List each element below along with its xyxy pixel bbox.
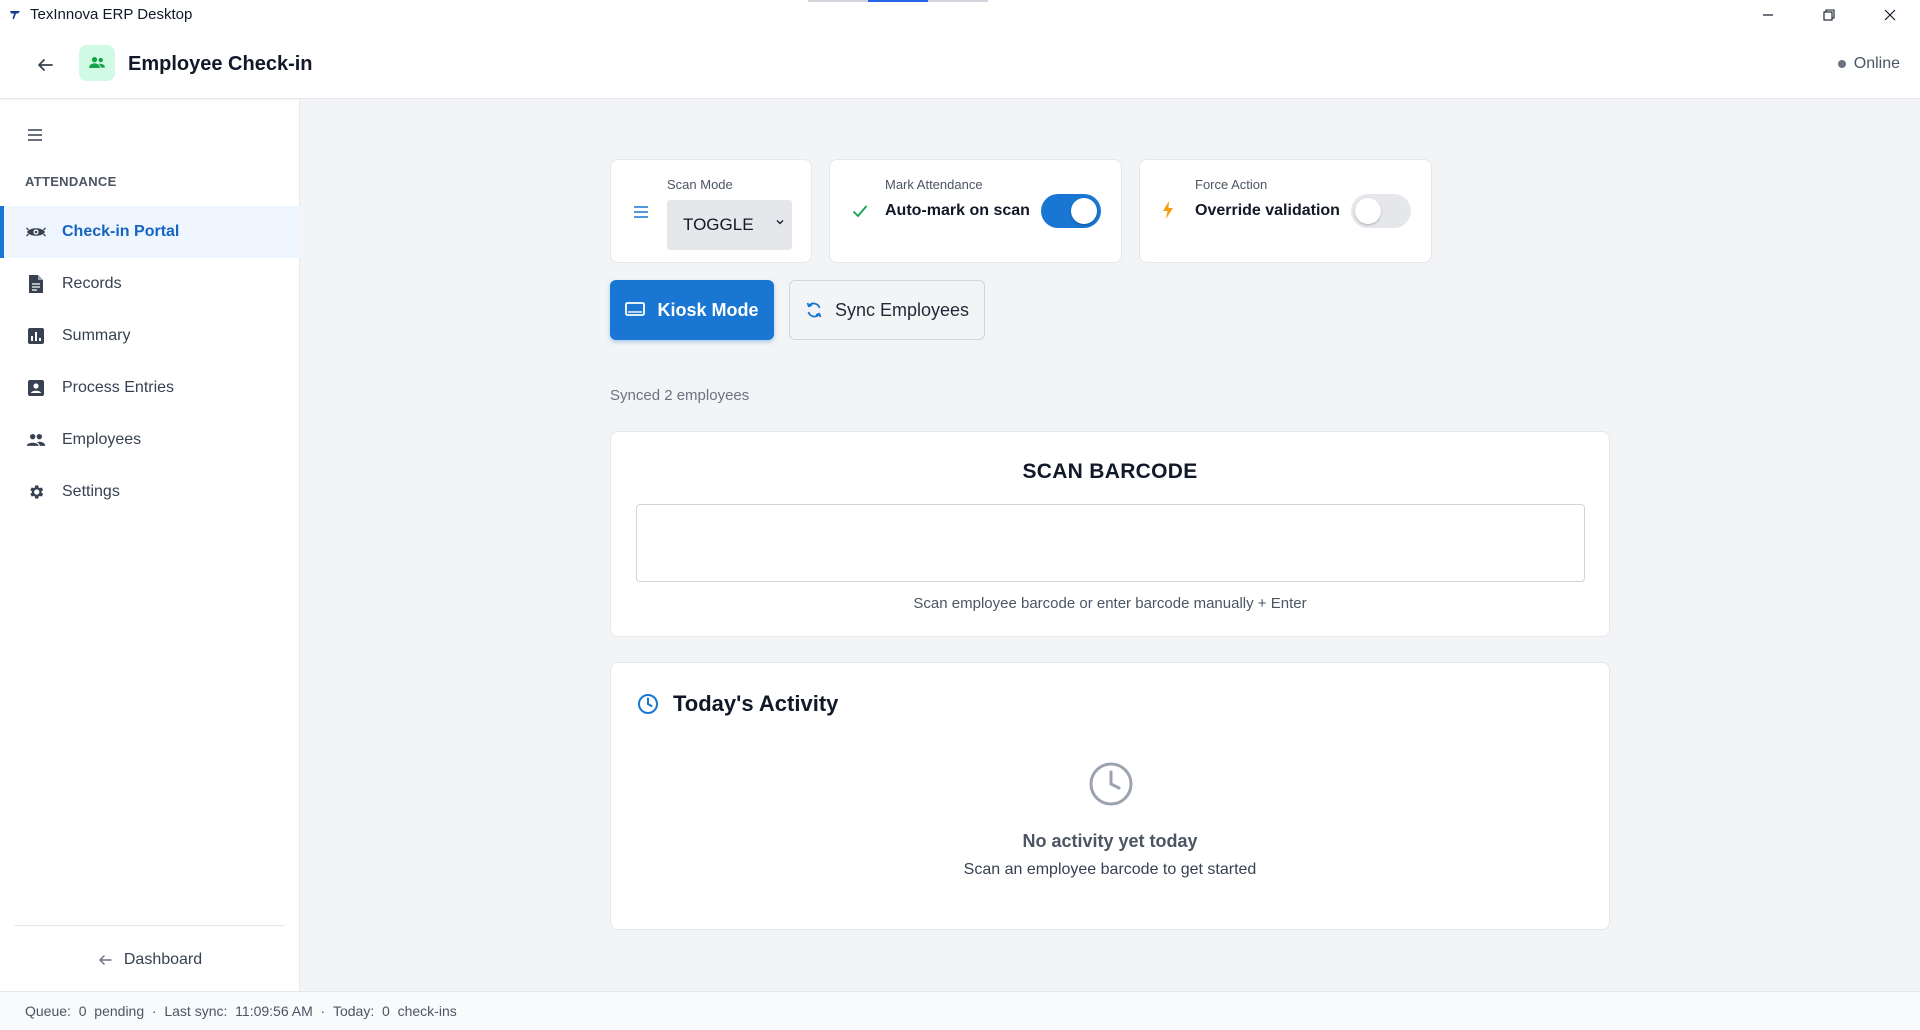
last-sync-time: 11:09:56 AM — [235, 1003, 313, 1019]
sync-icon — [806, 302, 822, 318]
force-action-caption: Force Action — [1195, 177, 1268, 192]
mark-attendance-caption: Mark Attendance — [885, 177, 983, 192]
sidebar-item-label: Records — [62, 275, 122, 292]
eye-scan-icon — [26, 222, 46, 242]
sync-status-text: Synced 2 employees — [610, 387, 750, 404]
close-button[interactable] — [1859, 0, 1920, 29]
kiosk-mode-label: Kiosk Mode — [657, 299, 759, 320]
arrow-left-icon — [99, 955, 112, 965]
scan-barcode-title: SCAN BARCODE — [1022, 460, 1198, 483]
sidebar-item-label: Summary — [62, 327, 131, 344]
sidebar-item-label: Process Entries — [62, 379, 175, 396]
barcode-input[interactable] — [636, 504, 1585, 582]
dashboard-link[interactable]: Dashboard — [0, 945, 300, 975]
minimize-button[interactable] — [1737, 0, 1798, 29]
sidebar: ATTENDANCE Check-in Portal Records Summa… — [0, 100, 300, 991]
people-icon — [79, 45, 115, 81]
barcode-hint: Scan employee barcode or enter barcode m… — [913, 595, 1307, 612]
app-logo-icon — [7, 7, 23, 23]
sync-employees-label: Sync Employees — [834, 299, 970, 320]
connection-status: Online — [1837, 55, 1900, 73]
window-title: TexInnova ERP Desktop — [30, 6, 193, 23]
sidebar-item-label: Check-in Portal — [62, 223, 180, 240]
connection-status-label: Online — [1853, 55, 1900, 72]
queue-suffix: pending — [94, 1003, 145, 1019]
auto-mark-toggle[interactable] — [1041, 194, 1101, 228]
document-icon — [26, 274, 46, 294]
scan-mode-card: Scan Mode TOGGLE — [610, 159, 812, 263]
restore-button[interactable] — [1798, 0, 1859, 29]
page-title: Employee Check-in — [128, 53, 313, 75]
clock-icon — [1089, 762, 1133, 806]
sidebar-item-checkin-portal[interactable]: Check-in Portal — [0, 206, 300, 258]
arrow-left-icon — [38, 59, 53, 71]
scan-mode-value: TOGGLE — [683, 215, 754, 234]
override-validation-label: Override validation — [1195, 202, 1340, 219]
last-sync-label: Last sync: — [164, 1003, 228, 1019]
sidebar-item-label: Employees — [62, 431, 142, 448]
today-count: 0 — [382, 1003, 390, 1019]
bar-chart-icon — [26, 326, 46, 346]
back-button[interactable] — [30, 50, 60, 80]
kiosk-mode-button[interactable]: Kiosk Mode — [610, 280, 774, 340]
sidebar-item-process-entries[interactable]: Process Entries — [0, 362, 300, 414]
sidebar-item-records[interactable]: Records — [0, 258, 300, 310]
sync-employees-button[interactable]: Sync Employees — [789, 280, 985, 340]
chevron-down-icon — [776, 220, 784, 225]
sidebar-divider — [14, 925, 285, 926]
empty-state-title: No activity yet today — [1022, 831, 1198, 851]
status-bar: Queue: 0 pending · Last sync: 11:09:56 A… — [0, 991, 1920, 1030]
window-titlebar: TexInnova ERP Desktop — [0, 0, 1920, 29]
empty-state-subtitle: Scan an employee barcode to get started — [963, 861, 1257, 878]
clock-icon — [638, 694, 658, 714]
app-header: Employee Check-in Online — [0, 29, 1920, 99]
dashboard-link-label: Dashboard — [123, 951, 203, 968]
contact-card-icon — [26, 378, 46, 398]
gear-icon — [26, 482, 46, 502]
today-label: Today: — [332, 1003, 375, 1019]
sidebar-section-label: ATTENDANCE — [25, 174, 117, 189]
sidebar-item-summary[interactable]: Summary — [0, 310, 300, 362]
queue-label: Queue: — [25, 1003, 71, 1019]
sidebar-item-label: Settings — [62, 483, 120, 500]
auto-mark-label: Auto-mark on scan — [885, 202, 1030, 219]
scan-mode-caption: Scan Mode — [667, 177, 733, 192]
bolt-icon — [1163, 201, 1173, 219]
list-icon — [634, 206, 648, 218]
status-dot-icon — [1837, 60, 1846, 68]
monitor-icon — [625, 302, 646, 316]
check-icon — [852, 205, 868, 218]
queue-count: 0 — [78, 1003, 87, 1019]
todays-activity-panel: Today's Activity No activity yet today S… — [610, 662, 1610, 930]
sidebar-item-settings[interactable]: Settings — [0, 466, 300, 518]
sidebar-nav: Check-in Portal Records Summary Process … — [0, 206, 300, 518]
people-icon — [26, 430, 46, 450]
today-suffix: check-ins — [397, 1003, 457, 1019]
sidebar-item-employees[interactable]: Employees — [0, 414, 300, 466]
scan-barcode-panel: SCAN BARCODE Scan employee barcode or en… — [610, 431, 1610, 637]
scan-mode-select[interactable]: TOGGLE — [667, 200, 792, 250]
hamburger-icon — [28, 129, 42, 141]
menu-toggle-button[interactable] — [24, 126, 46, 144]
mark-attendance-card: Mark Attendance Auto-mark on scan — [829, 159, 1122, 263]
main-content: Scan Mode TOGGLE Mark Attendance Auto-ma… — [301, 100, 1920, 991]
force-action-card: Force Action Override validation — [1139, 159, 1432, 263]
titlebar-indicator — [808, 0, 988, 2]
activity-title: Today's Activity — [673, 691, 839, 716]
override-validation-toggle[interactable] — [1351, 194, 1411, 228]
